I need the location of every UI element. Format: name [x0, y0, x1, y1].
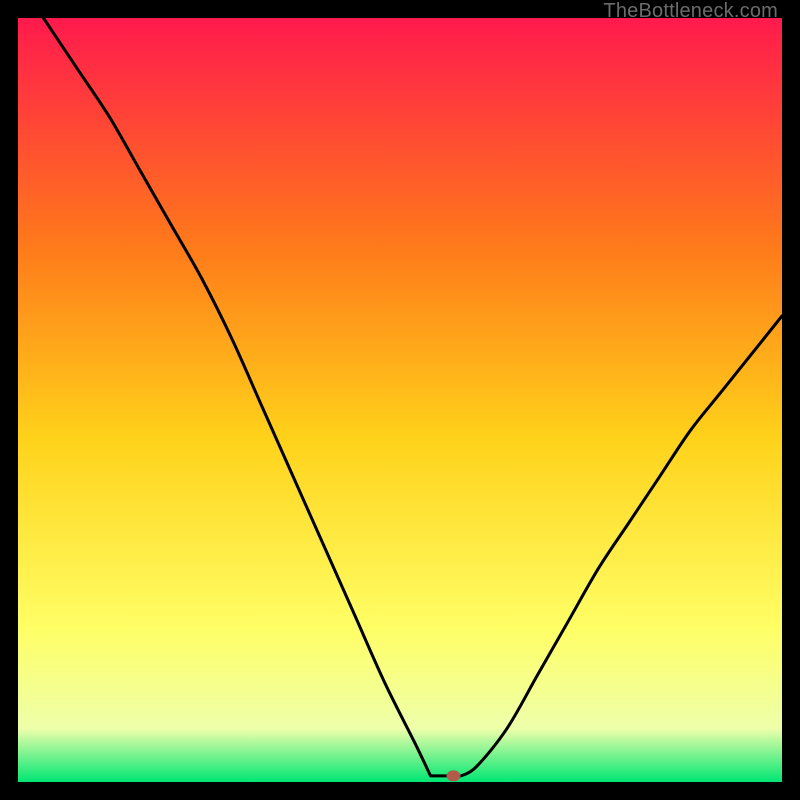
chart-frame: TheBottleneck.com: [0, 0, 800, 800]
gradient-background: [18, 18, 782, 782]
plot-svg: [18, 18, 782, 782]
plot-area: [18, 18, 782, 782]
watermark-text: TheBottleneck.com: [603, 0, 778, 23]
optimal-marker: [446, 770, 460, 781]
